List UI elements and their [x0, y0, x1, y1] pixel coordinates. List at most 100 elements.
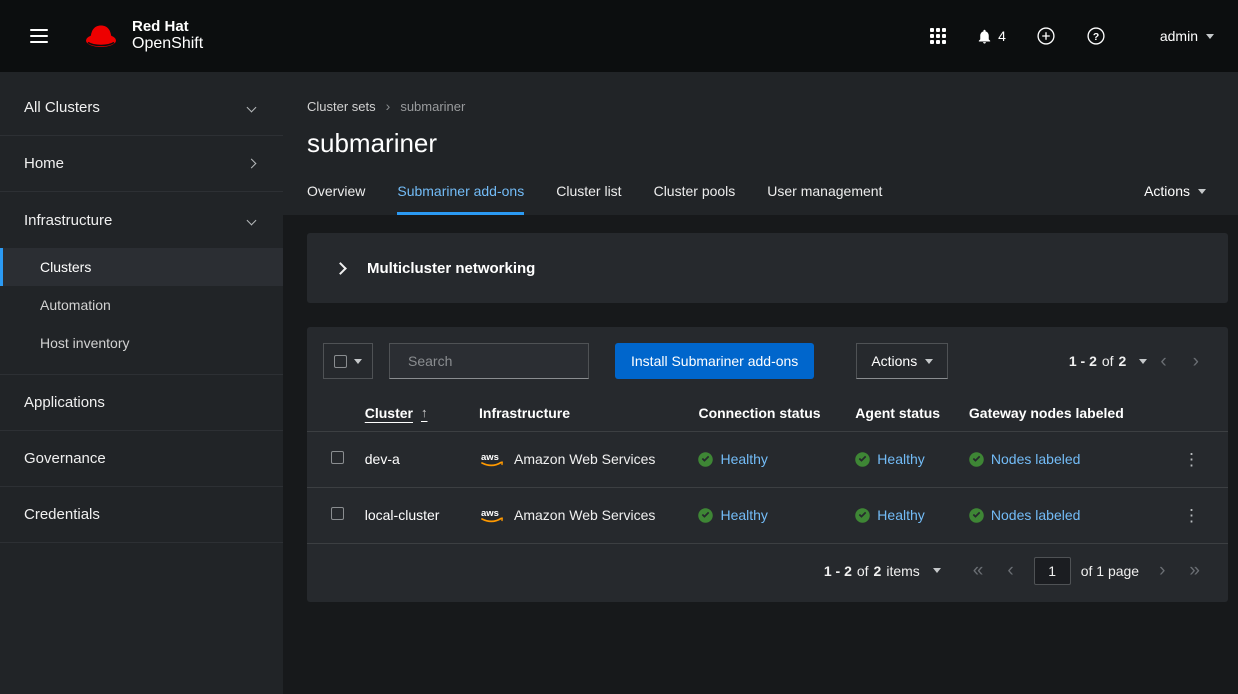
pagination-items-toggle[interactable]: 1 - 2 of 2 items: [824, 563, 941, 579]
breadcrumb-current: submariner: [400, 99, 465, 114]
tab-submariner-add-ons[interactable]: Submariner add-ons: [397, 169, 524, 215]
check-circle-icon: [698, 452, 713, 467]
app-launcher-icon[interactable]: [930, 28, 946, 44]
submariner-addons-table: Cluster ↑ Infrastructure Connection stat…: [307, 395, 1228, 544]
bell-icon: [976, 28, 993, 45]
cluster-switcher[interactable]: All Clusters: [0, 80, 283, 136]
sidebar-item-home[interactable]: Home: [0, 136, 283, 192]
col-infrastructure: Infrastructure: [471, 395, 690, 431]
pagination-of-word: of: [1102, 353, 1114, 369]
main-content: Cluster sets › submariner submariner Ove…: [283, 0, 1238, 602]
kebab-menu-icon[interactable]: ⋮: [1173, 447, 1210, 472]
gateway-nodes-link[interactable]: Nodes labeled: [991, 451, 1081, 467]
table-row: dev-a aws Amazon Web Services: [307, 431, 1228, 487]
chevron-down-icon: [247, 103, 257, 113]
pagination-top: 1 - 2 of 2 ‹ ›: [1069, 350, 1212, 373]
chevron-right-icon: [334, 262, 347, 275]
pagination-menu-toggle[interactable]: 1 - 2 of 2: [1069, 353, 1148, 369]
brand-line2: OpenShift: [132, 35, 203, 53]
kebab-menu-icon[interactable]: ⋮: [1173, 503, 1210, 528]
connection-status-link[interactable]: Healthy: [720, 507, 767, 523]
plus-circle-icon: [1036, 26, 1056, 46]
pagination-range: 1 - 2: [824, 563, 852, 579]
sidebar-item-credentials[interactable]: Credentials: [0, 487, 283, 543]
install-submariner-addons-button[interactable]: Install Submariner add-ons: [615, 343, 814, 379]
help-icon[interactable]: ?: [1086, 26, 1106, 46]
sidebar-item-governance[interactable]: Governance: [0, 431, 283, 487]
sidebar-item-label: Automation: [40, 297, 111, 313]
svg-text:?: ?: [1093, 32, 1099, 43]
prev-page-icon[interactable]: ‹: [1147, 350, 1179, 373]
agent-status-link[interactable]: Healthy: [877, 507, 924, 523]
sidebar-item-label: Clusters: [40, 259, 91, 275]
pagination-total: 2: [1119, 353, 1127, 369]
col-actions: [1165, 395, 1228, 431]
sidebar-item-automation[interactable]: Automation: [0, 286, 283, 324]
multicluster-networking-card: Multicluster networking: [307, 233, 1228, 303]
sidebar-item-label: Credentials: [24, 506, 100, 523]
check-circle-icon: [698, 508, 713, 523]
sidebar-item-label: Infrastructure: [24, 212, 112, 229]
red-hat-openshift-logo: Red Hat OpenShift: [80, 19, 203, 53]
tab-cluster-list[interactable]: Cluster list: [556, 169, 621, 215]
next-page-icon[interactable]: ›: [1149, 559, 1175, 582]
check-circle-icon: [855, 452, 870, 467]
page-actions-dropdown[interactable]: Actions: [1136, 179, 1214, 203]
bulk-select-checkbox[interactable]: [334, 355, 347, 368]
sidebar-item-infrastructure[interactable]: Infrastructure: [0, 192, 283, 248]
col-checkbox: [307, 395, 357, 431]
notification-bell-icon[interactable]: 4: [976, 28, 1006, 45]
col-gateway-nodes-labeled: Gateway nodes labeled: [961, 395, 1165, 431]
sidebar-item-label: Home: [24, 155, 64, 172]
sidebar-item-label: Governance: [24, 450, 106, 467]
page-header: Cluster sets › submariner submariner Ove…: [283, 72, 1238, 215]
row-checkbox[interactable]: [331, 507, 344, 520]
sort-ascending-icon: ↑: [421, 405, 428, 420]
search-box: [389, 343, 589, 379]
sort-by-cluster-button[interactable]: Cluster ↑: [365, 405, 428, 421]
sidebar-item-applications[interactable]: Applications: [0, 375, 283, 431]
agent-status-link[interactable]: Healthy: [877, 451, 924, 467]
nav-toggle-hamburger-icon[interactable]: [24, 23, 54, 49]
breadcrumb-cluster-sets-link[interactable]: Cluster sets: [307, 99, 376, 114]
first-page-icon[interactable]: «: [963, 559, 994, 582]
svg-text:aws: aws: [481, 508, 499, 519]
sidebar-item-clusters[interactable]: Clusters: [0, 248, 283, 286]
search-input[interactable]: [408, 353, 589, 369]
pagination-bottom: 1 - 2 of 2 items « ‹ of 1 page › »: [307, 544, 1228, 602]
caret-down-icon: [354, 359, 362, 364]
brand-line1: Red Hat: [132, 19, 203, 36]
bulk-select-dropdown[interactable]: [323, 343, 373, 379]
page-count-label: of 1 page: [1081, 563, 1139, 579]
next-page-icon[interactable]: ›: [1180, 350, 1212, 373]
tab-cluster-pools[interactable]: Cluster pools: [654, 169, 736, 215]
connection-status-link[interactable]: Healthy: [720, 451, 767, 467]
col-agent-status: Agent status: [847, 395, 961, 431]
current-page-input[interactable]: [1034, 557, 1071, 585]
table-actions-dropdown[interactable]: Actions: [856, 343, 948, 379]
tab-overview[interactable]: Overview: [307, 169, 365, 215]
pagination-items-word: items: [886, 563, 919, 579]
tab-user-management[interactable]: User management: [767, 169, 882, 215]
sidebar-item-label: Applications: [24, 394, 105, 411]
check-circle-icon: [969, 508, 984, 523]
row-checkbox[interactable]: [331, 451, 344, 464]
table-row: local-cluster aws Amazon Web Services: [307, 487, 1228, 543]
user-menu-dropdown[interactable]: admin: [1160, 28, 1214, 44]
sidebar: All Clusters Home Infrastructure Cluster…: [0, 72, 283, 694]
gateway-nodes-link[interactable]: Nodes labeled: [991, 507, 1081, 523]
add-circle-icon[interactable]: [1036, 26, 1056, 46]
caret-down-icon: [1198, 189, 1206, 194]
cluster-name: local-cluster: [357, 487, 471, 543]
sidebar-item-label: Host inventory: [40, 335, 129, 351]
check-circle-icon: [855, 508, 870, 523]
prev-page-icon[interactable]: ‹: [997, 559, 1023, 582]
caret-down-icon: [1139, 359, 1147, 364]
multicluster-networking-title: Multicluster networking: [367, 260, 535, 277]
last-page-icon[interactable]: »: [1179, 559, 1210, 582]
aws-icon: aws: [479, 506, 505, 524]
table-toolbar: Install Submariner add-ons Actions 1 - 2…: [307, 327, 1228, 395]
expand-toggle-button[interactable]: [323, 251, 357, 285]
sidebar-item-host-inventory[interactable]: Host inventory: [0, 324, 283, 362]
submariner-addons-table-card: Install Submariner add-ons Actions 1 - 2…: [307, 327, 1228, 602]
